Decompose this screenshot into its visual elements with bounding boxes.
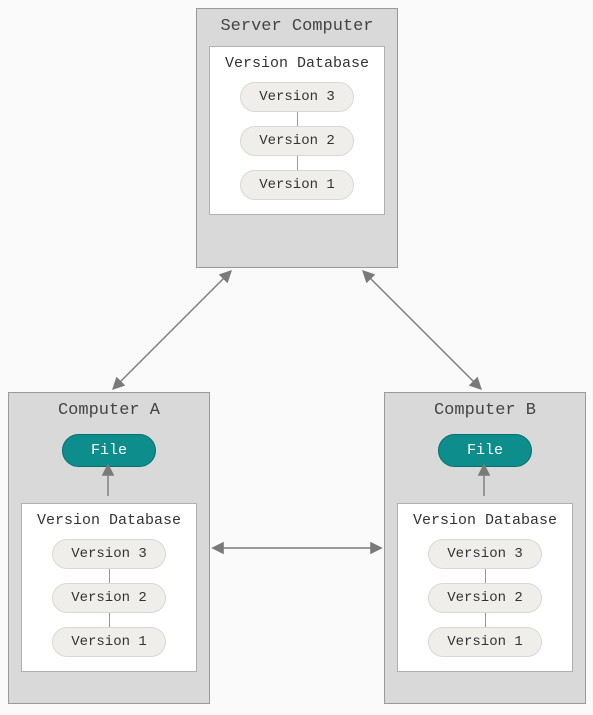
server-connector-2: [297, 156, 298, 170]
server-version-3: Version 3: [240, 82, 354, 112]
computer-a-box: Computer A File Version Database Version…: [8, 392, 210, 704]
server-version-1: Version 1: [240, 170, 354, 200]
computer-b-version-1: Version 1: [428, 627, 542, 657]
computer-a-db-box: Version Database Version 3 Version 2 Ver…: [21, 503, 197, 672]
computer-b-title: Computer B: [385, 393, 585, 430]
computer-b-file-wrap: File: [385, 430, 585, 471]
server-db-title: Version Database: [225, 55, 369, 72]
arrow-server-to-a: [114, 272, 230, 388]
computer-a-file-wrap: File: [9, 430, 209, 471]
computer-a-version-2: Version 2: [52, 583, 166, 613]
server-version-2: Version 2: [240, 126, 354, 156]
computer-a-file-pill: File: [62, 434, 156, 467]
computer-b-box: Computer B File Version Database Version…: [384, 392, 586, 704]
computer-b-file-pill: File: [438, 434, 532, 467]
computer-b-connector-2: [485, 613, 486, 627]
server-computer-box: Server Computer Version Database Version…: [196, 8, 398, 268]
server-db-box: Version Database Version 3 Version 2 Ver…: [209, 46, 385, 215]
computer-b-db-title: Version Database: [413, 512, 557, 529]
computer-b-connector-1: [485, 569, 486, 583]
diagram-canvas: Server Computer Version Database Version…: [0, 0, 593, 715]
computer-a-version-1: Version 1: [52, 627, 166, 657]
computer-a-connector-2: [109, 613, 110, 627]
computer-a-db-title: Version Database: [37, 512, 181, 529]
computer-b-version-2: Version 2: [428, 583, 542, 613]
computer-a-connector-1: [109, 569, 110, 583]
computer-b-version-3: Version 3: [428, 539, 542, 569]
arrow-server-to-b: [364, 272, 480, 388]
server-connector-1: [297, 112, 298, 126]
computer-a-version-3: Version 3: [52, 539, 166, 569]
server-title: Server Computer: [197, 9, 397, 46]
computer-a-title: Computer A: [9, 393, 209, 430]
computer-b-db-box: Version Database Version 3 Version 2 Ver…: [397, 503, 573, 672]
